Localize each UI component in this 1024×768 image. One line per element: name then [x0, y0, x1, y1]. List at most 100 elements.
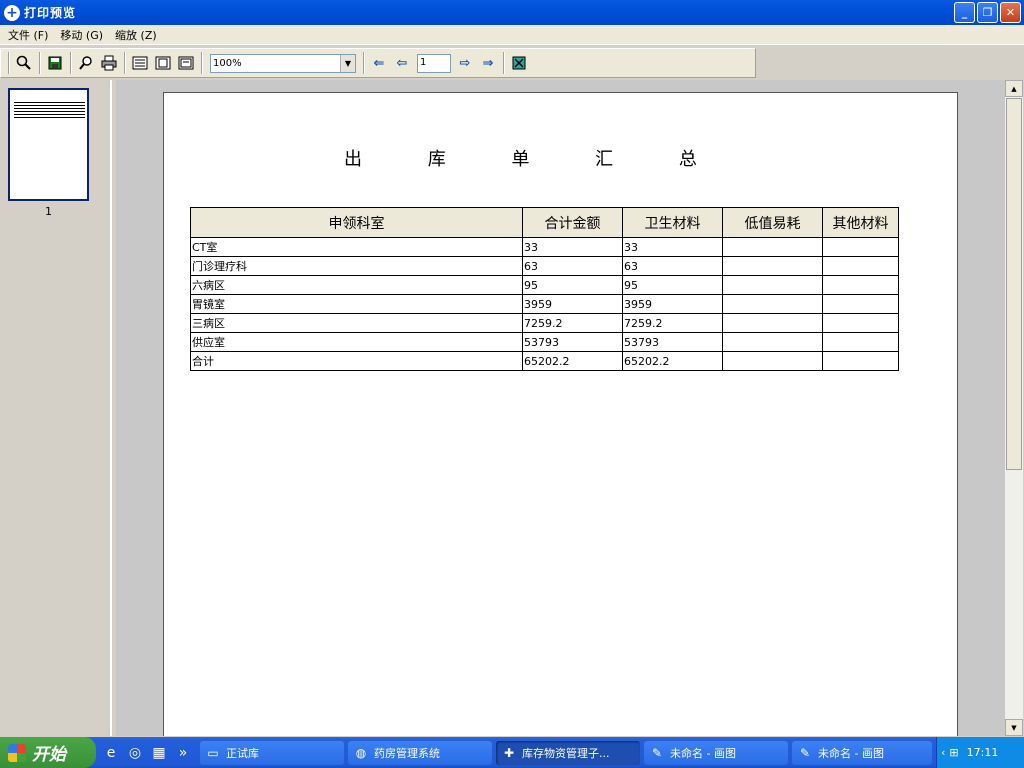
page-thumbnail[interactable]: [8, 88, 89, 201]
chevron-down-icon[interactable]: ▼: [340, 54, 355, 72]
table-cell: [822, 237, 899, 257]
column-header: 低值易耗: [722, 207, 823, 238]
table-cell: 胃镜室: [190, 294, 523, 314]
menu-move[interactable]: 移动 (G): [54, 27, 109, 43]
whole-page-icon[interactable]: [152, 52, 174, 74]
table-cell: 33: [622, 237, 723, 257]
zoom-value: 100%: [213, 57, 242, 69]
system-tray: ‹ ⊞ 17:11: [936, 737, 1024, 768]
page-width-icon[interactable]: [129, 52, 151, 74]
table-cell: [822, 351, 899, 371]
internet-explorer-icon[interactable]: e: [102, 744, 120, 762]
zoom-select[interactable]: 100% ▼: [210, 53, 356, 73]
thumbnail-panel: 1: [0, 80, 112, 736]
table-cell: [722, 313, 823, 333]
table-cell: 33: [522, 237, 623, 257]
table-cell: [722, 332, 823, 352]
menu-file[interactable]: 文件 (F): [2, 27, 54, 43]
table-cell: 65202.2: [522, 351, 623, 371]
menu-zoom[interactable]: 缩放 (Z): [109, 27, 163, 43]
browser-icon[interactable]: ◎: [126, 744, 144, 762]
table-cell: 53793: [522, 332, 623, 352]
minimize-button[interactable]: _: [954, 2, 975, 23]
scroll-down-icon[interactable]: ▼: [1005, 719, 1023, 736]
task-label: 正试库: [226, 746, 259, 760]
preview-area: 出 库 单 汇 总 申领科室 合计金额 卫生材料 低值易耗 其他材料 CT室 33…: [116, 80, 1005, 736]
next-page-icon[interactable]: ⇨: [454, 52, 476, 74]
task-button[interactable]: ◍ 药房管理系统: [348, 740, 492, 765]
toolbar-separator: [124, 52, 126, 74]
table-cell: [822, 294, 899, 314]
task-label: 药房管理系统: [374, 746, 440, 760]
taskbar: 开始 e ◎ ▦ » ▭ 正试库 ◍ 药房管理系统 ✚ 库存物资管理子... ✎…: [0, 737, 1024, 768]
table-cell: 3959: [622, 294, 723, 314]
find-icon[interactable]: [75, 52, 97, 74]
restore-button[interactable]: ❐: [977, 2, 998, 23]
task-button[interactable]: ✎ 未命名 - 画图: [792, 740, 932, 765]
report-table: 申领科室 合计金额 卫生材料 低值易耗 其他材料 CT室 33 33 门诊理疗科 63…: [190, 207, 899, 371]
window-title: 打印预览: [24, 6, 77, 20]
report-title: 出 库 单 汇 总: [344, 149, 727, 170]
table-cell: 供应室: [190, 332, 523, 352]
scroll-up-icon[interactable]: ▲: [1005, 80, 1023, 97]
table-cell: 六病区: [190, 275, 523, 295]
table-cell: [822, 313, 899, 333]
table-cell: 7259.2: [522, 313, 623, 333]
task-label: 库存物资管理子...: [522, 746, 610, 760]
table-row: 三病区 7259.2 7259.2: [190, 313, 899, 333]
table-row: CT室 33 33: [190, 237, 899, 257]
thumbnail-page-number: 1: [45, 205, 52, 218]
start-button[interactable]: 开始: [0, 737, 96, 768]
table-cell: [722, 256, 823, 276]
magnifier-icon[interactable]: [13, 52, 35, 74]
input-method-icon[interactable]: ⊞: [949, 746, 958, 759]
table-cell: [822, 256, 899, 276]
toolbar: 100% ▼ ⇐ ⇦ 1 ⇨ ⇒: [0, 48, 756, 78]
table-cell: [722, 351, 823, 371]
page-number-input[interactable]: 1: [417, 53, 451, 73]
app-plus-icon: +: [4, 4, 20, 21]
table-cell: 7259.2: [622, 313, 723, 333]
column-header: 其他材料: [822, 207, 899, 238]
print-icon[interactable]: [98, 52, 120, 74]
thumbnail-table-preview: [14, 102, 85, 118]
table-cell: 门诊理疗科: [190, 256, 523, 276]
toolbar-separator: [39, 52, 41, 74]
table-cell: 3959: [522, 294, 623, 314]
table-cell: 95: [622, 275, 723, 295]
pharmacy-app-icon: ◍: [355, 745, 367, 760]
table-row: 六病区 95 95: [190, 275, 899, 295]
save-icon[interactable]: [44, 52, 66, 74]
start-label: 开始: [32, 745, 66, 765]
table-cell: 三病区: [190, 313, 523, 333]
close-preview-icon[interactable]: [508, 52, 530, 74]
table-cell: [822, 275, 899, 295]
first-page-icon[interactable]: ⇐: [368, 52, 390, 74]
table-cell: 63: [522, 256, 623, 276]
network-icon[interactable]: ▦: [150, 744, 168, 762]
previous-page-icon[interactable]: ⇦: [391, 52, 413, 74]
show-hidden-icons-icon[interactable]: ‹: [941, 746, 945, 759]
app-plus-icon: ✚: [503, 745, 515, 760]
column-header: 卫生材料: [622, 207, 723, 238]
column-header: 合计金额: [522, 207, 623, 238]
toolbar-separator: [201, 52, 203, 74]
multi-page-icon[interactable]: [175, 52, 197, 74]
task-button[interactable]: ✚ 库存物资管理子...: [496, 740, 640, 765]
table-cell: 合计: [190, 351, 523, 371]
column-header: 申领科室: [190, 207, 523, 238]
toolbar-separator: [363, 52, 365, 74]
vertical-scrollbar[interactable]: ▲ ▼: [1005, 80, 1023, 736]
quicklaunch-more-icon[interactable]: »: [174, 744, 192, 762]
table-cell: [722, 275, 823, 295]
menu-bar: 文件 (F) 移动 (G) 缩放 (Z): [0, 25, 1024, 45]
table-row: 供应室 53793 53793: [190, 332, 899, 352]
last-page-icon[interactable]: ⇒: [477, 52, 499, 74]
close-button[interactable]: ✕: [1000, 2, 1021, 23]
folder-icon: ▭: [207, 745, 219, 760]
table-cell: 63: [622, 256, 723, 276]
scrollbar-thumb[interactable]: [1006, 98, 1022, 470]
table-cell: [822, 332, 899, 352]
task-button[interactable]: ▭ 正试库: [200, 740, 344, 765]
task-button[interactable]: ✎ 未命名 - 画图: [644, 740, 788, 765]
